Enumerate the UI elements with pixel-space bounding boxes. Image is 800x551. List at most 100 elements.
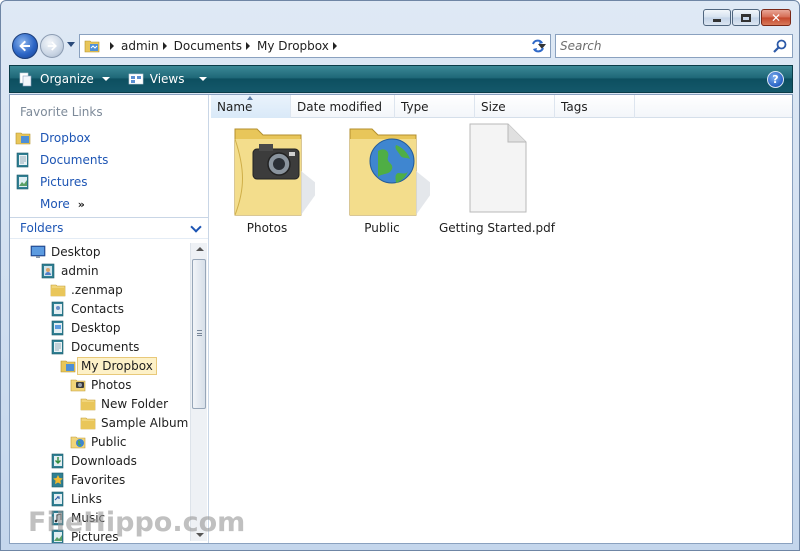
downloads-icon [51,453,64,468]
tree-item-label: Documents [71,339,140,354]
public-folder-icon [349,128,430,216]
crumb-separator-icon[interactable] [246,42,251,50]
recent-pages-dropdown[interactable] [67,42,75,47]
folders-header[interactable]: Folders [10,217,208,239]
user-folder-icon [41,263,55,278]
minimize-button[interactable] [703,9,731,26]
search-input[interactable] [560,36,772,56]
search-icon[interactable] [772,38,788,54]
tree-item-desktop-root[interactable]: Desktop [30,242,101,261]
collapse-chevron-icon [190,221,202,233]
column-label: Type [401,99,429,114]
tree-item-new-folder[interactable]: New Folder [80,394,168,413]
breadcrumb-documents[interactable]: Documents [174,39,242,53]
tree-item-label: Downloads [71,453,137,468]
column-headers: Name Date modified Type Size Tags [211,95,792,118]
folders-label: Folders [20,221,64,235]
tree-item-links[interactable]: Links [50,489,102,508]
command-bar: Organize Views ? [9,65,793,93]
folder-tree-scrollbar[interactable] [190,243,207,541]
column-header-date-modified[interactable]: Date modified [291,95,395,118]
favorite-link-label: Dropbox [40,131,91,145]
tree-item-contacts[interactable]: Contacts [50,299,124,318]
crumb-separator-icon[interactable] [110,42,114,50]
navigation-row: admin Documents My Dropbox [9,31,793,61]
maximize-button[interactable] [732,9,760,26]
scrollbar-thumb[interactable] [192,259,206,409]
tree-item-label: Desktop [71,320,121,335]
contacts-icon [51,301,64,316]
tree-item-public[interactable]: Public [70,432,127,451]
public-folder-icon [70,436,86,448]
file-item-photos[interactable]: Photos [211,121,323,235]
folder-icon [50,284,66,296]
photos-folder-icon [70,379,86,391]
column-header-name[interactable]: Name [211,95,291,118]
breadcrumb-admin[interactable]: admin [121,39,159,53]
minimize-icon [713,19,721,22]
tree-item-admin[interactable]: admin [40,261,99,280]
file-item-getting-started-pdf[interactable]: Getting Started.pdf [438,121,556,235]
tree-item-photos[interactable]: Photos [70,375,131,394]
grip-icon [197,330,202,336]
column-header-tags[interactable]: Tags [555,95,635,118]
desktop-icon [30,245,46,258]
search-box[interactable] [555,34,793,58]
organize-label: Organize [40,72,94,86]
column-label: Tags [561,99,588,114]
tree-item-downloads[interactable]: Downloads [50,451,137,470]
documents-icon [51,339,64,354]
links-icon [51,491,64,506]
column-label: Size [481,99,506,114]
help-button[interactable]: ? [767,71,784,88]
views-dropdown-icon [198,77,207,81]
tree-item-documents[interactable]: Documents [50,337,139,356]
tree-item-label: My Dropbox [77,356,157,375]
forward-button[interactable] [40,34,64,58]
favorite-link-documents[interactable]: Documents [15,149,205,171]
dropbox-folder-icon [15,132,31,145]
column-header-size[interactable]: Size [475,95,555,118]
views-icon [128,73,144,85]
file-list-pane: Name Date modified Type Size Tags Photos… [211,95,792,543]
tree-item-zenmap[interactable]: .zenmap [50,280,123,299]
tree-item-favorites[interactable]: Favorites [50,470,125,489]
tree-item-my-dropbox[interactable]: My Dropbox [60,356,157,375]
favorite-links-list: Dropbox Documents Pictures More » [15,127,205,215]
dropbox-folder-icon [84,40,100,53]
tree-item-label: admin [61,263,99,278]
views-menu-button[interactable]: Views [122,67,213,91]
column-header-type[interactable]: Type [395,95,475,118]
caption-buttons: ✕ [703,9,791,26]
breadcrumb-my-dropbox[interactable]: My Dropbox [257,39,329,53]
organize-menu-button[interactable]: Organize [12,67,116,91]
back-arrow-icon [19,40,30,52]
favorite-links-more[interactable]: More » [15,193,205,215]
tree-item-desktop[interactable]: Desktop [50,318,121,337]
crumb-separator-icon[interactable] [162,42,167,50]
folder-icon [80,398,96,410]
favorite-links-header: Favorite Links [20,105,103,119]
file-name: Getting Started.pdf [438,221,556,235]
favorite-link-pictures[interactable]: Pictures [15,171,205,193]
sort-ascending-icon [247,96,253,100]
close-button[interactable]: ✕ [761,9,791,26]
explorer-window: ✕ admin Documents My Dropbox Search Orga… [0,0,800,551]
tree-item-label: Favorites [71,472,126,487]
organize-icon [19,72,32,87]
folder-icon [80,417,96,429]
tree-item-sample-album[interactable]: Sample Album [80,413,188,432]
address-bar[interactable]: admin Documents My Dropbox [79,34,551,58]
tree-item-label: Links [71,491,102,506]
file-name: Photos [246,221,288,235]
tree-item-label: .zenmap [71,282,123,297]
more-label: More [40,197,70,211]
tree-item-label: Public [91,434,127,449]
file-item-public[interactable]: Public [326,121,438,235]
scroll-up-icon[interactable] [196,247,204,251]
back-button[interactable] [12,33,38,59]
refresh-button[interactable] [527,34,549,58]
crumb-separator-icon[interactable] [332,42,337,50]
favorite-link-dropbox[interactable]: Dropbox [15,127,205,149]
photos-folder-icon [234,128,315,216]
